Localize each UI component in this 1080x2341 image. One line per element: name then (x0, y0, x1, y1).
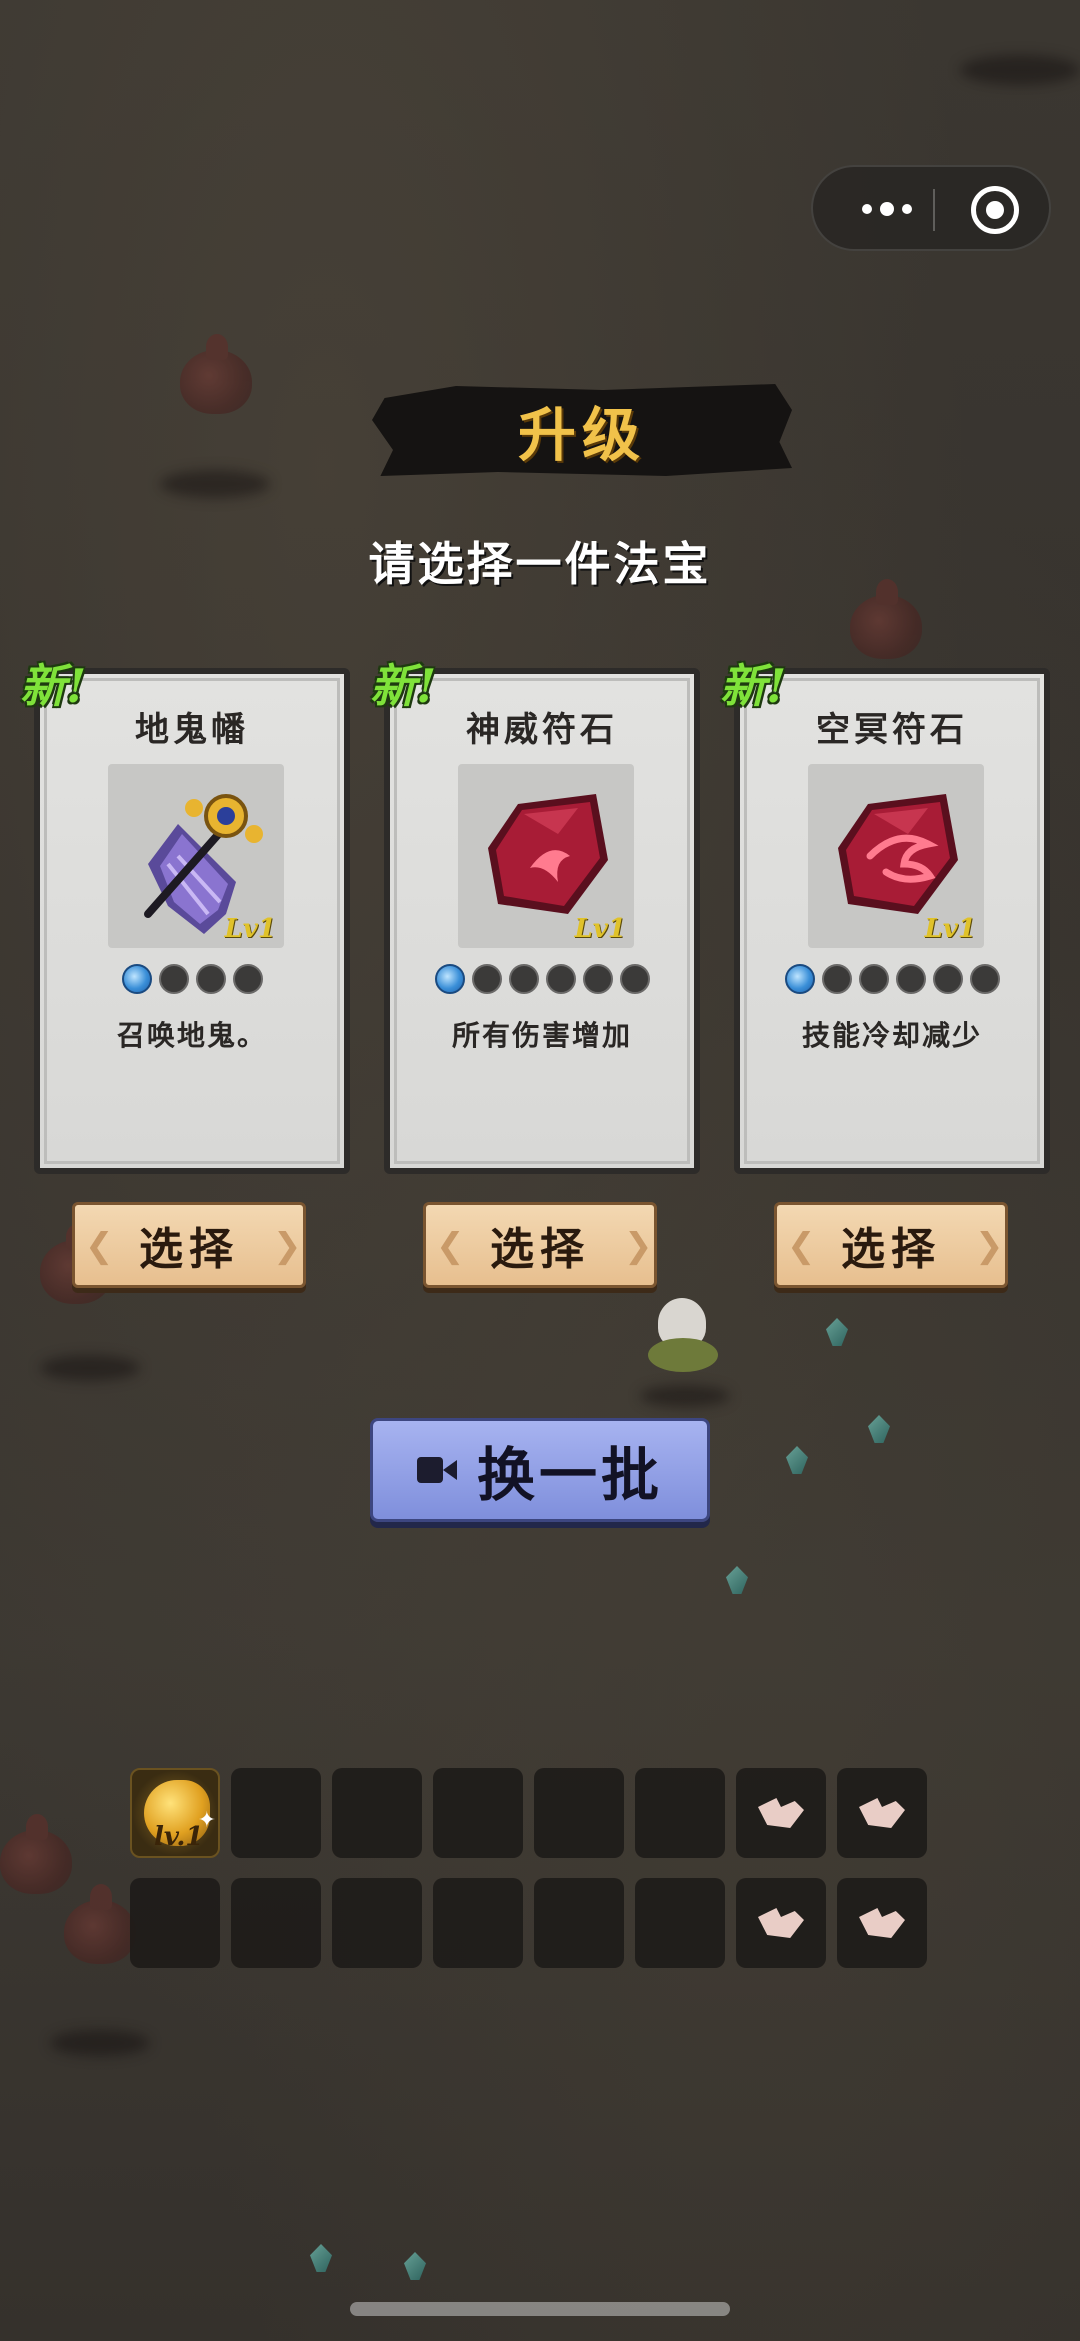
treasure-card[interactable]: 新! 地鬼幡 Lv1 召唤地鬼。 (20, 659, 350, 1174)
chevron-left-icon: ❮ (787, 1226, 822, 1266)
experience-gem (404, 2252, 426, 2280)
inventory-slot-empty[interactable] (231, 1768, 321, 1858)
chevron-right-icon: ❯ (624, 1226, 659, 1266)
inventory-slot-empty[interactable] (130, 1878, 220, 1968)
progress-dot-empty (232, 964, 263, 994)
progress-dot-empty (582, 964, 613, 994)
chevron-left-icon: ❮ (436, 1226, 471, 1266)
background-monster (180, 334, 252, 414)
experience-gem (310, 2244, 332, 2272)
inventory-slot-empty[interactable] (433, 1768, 523, 1858)
progress-dot-filled (434, 964, 465, 994)
select-button-2[interactable]: ❮ 选择 ❯ (423, 1202, 657, 1288)
chevron-right-icon: ❯ (975, 1226, 1010, 1266)
player-character (640, 1298, 730, 1378)
treasure-description: 技能冷却减少 (801, 1019, 982, 1052)
experience-gem (868, 1415, 890, 1443)
progress-dot-filled (121, 964, 152, 994)
select-label: 选择 (139, 1224, 239, 1275)
upgrade-progress (40, 964, 344, 994)
progress-dot-empty (508, 964, 539, 994)
treasure-image: Lv1 (808, 764, 984, 948)
treasure-image: Lv1 (108, 764, 284, 948)
progress-dot-empty (932, 964, 963, 994)
game-screen: 升级 请选择一件法宝 新! 地鬼幡 Lv1 召唤地鬼。 新! 神威符石 Lv1 … (0, 0, 1080, 2341)
refresh-label: 换一批 (476, 1441, 663, 1509)
refresh-button[interactable]: 换一批 (370, 1418, 710, 1522)
experience-gem (726, 1566, 748, 1594)
treasure-inventory: lv.1 ✦ (130, 1768, 930, 1968)
ground-shadow (160, 470, 270, 498)
select-label: 选择 (841, 1224, 941, 1275)
level-label: Lv1 (924, 914, 976, 944)
inventory-slot-locked[interactable] (837, 1768, 927, 1858)
close-miniprogram-icon[interactable] (971, 186, 1019, 234)
ground-shadow (960, 55, 1080, 85)
home-indicator[interactable] (350, 2302, 730, 2316)
progress-dot-empty (158, 964, 189, 994)
more-options-icon[interactable] (849, 187, 925, 231)
capsule-divider (933, 189, 935, 231)
miniprogram-capsule (811, 165, 1051, 251)
background-monster (0, 1814, 72, 1894)
select-label: 选择 (490, 1224, 590, 1275)
inventory-slot-empty[interactable] (635, 1768, 725, 1858)
progress-dot-empty (821, 964, 852, 994)
progress-dot-empty (895, 964, 926, 994)
inventory-slot-empty[interactable] (534, 1768, 624, 1858)
inventory-slot-empty[interactable] (534, 1878, 624, 1968)
progress-dot-empty (545, 964, 576, 994)
inventory-slot-empty[interactable] (231, 1878, 321, 1968)
level-label: Lv1 (574, 914, 626, 944)
background-monster (64, 1884, 136, 1964)
treasure-name: 神威符石 (466, 710, 618, 750)
background-monster (850, 579, 922, 659)
progress-dot-filled (784, 964, 815, 994)
progress-dot-empty (619, 964, 650, 994)
treasure-name: 空冥符石 (816, 710, 968, 750)
inventory-slot-empty[interactable] (332, 1768, 422, 1858)
treasure-name: 地鬼幡 (135, 710, 249, 750)
inventory-slot-empty[interactable] (433, 1878, 523, 1968)
inventory-slot-locked[interactable] (736, 1878, 826, 1968)
treasure-description: 召唤地鬼。 (116, 1019, 267, 1052)
progress-dot-empty (969, 964, 1000, 994)
select-button-3[interactable]: ❮ 选择 ❯ (774, 1202, 1008, 1288)
treasure-description: 所有伤害增加 (451, 1019, 632, 1052)
treasure-card[interactable]: 新! 神威符石 Lv1 所有伤害增加 (370, 659, 700, 1174)
inventory-slot-locked[interactable] (736, 1768, 826, 1858)
page-title: 升级 (517, 401, 646, 469)
slot-level-label: lv.1 (154, 1822, 204, 1852)
sparkle-icon: ✦ (197, 1808, 216, 1833)
inventory-slot-empty[interactable] (635, 1878, 725, 1968)
experience-gem (826, 1318, 848, 1346)
page-subtitle: 请选择一件法宝 (368, 537, 712, 591)
ground-shadow (640, 1385, 730, 1407)
progress-dot-empty (858, 964, 889, 994)
upgrade-progress (740, 964, 1044, 994)
treasure-image: Lv1 (458, 764, 634, 948)
chevron-right-icon: ❯ (273, 1226, 308, 1266)
inventory-slot-locked[interactable] (837, 1878, 927, 1968)
video-ad-icon (416, 1455, 457, 1485)
inventory-slot-empty[interactable] (332, 1878, 422, 1968)
progress-dot-empty (471, 964, 502, 994)
ground-shadow (40, 1355, 140, 1381)
upgrade-progress (390, 964, 694, 994)
inventory-slot-equipped[interactable]: lv.1 ✦ (130, 1768, 220, 1858)
level-label: Lv1 (224, 914, 276, 944)
ground-shadow (50, 2030, 150, 2056)
experience-gem (786, 1446, 808, 1474)
treasure-card[interactable]: 新! 空冥符石 Lv1 技能冷却减少 (720, 659, 1050, 1174)
chevron-left-icon: ❮ (85, 1226, 120, 1266)
select-button-1[interactable]: ❮ 选择 ❯ (72, 1202, 306, 1288)
progress-dot-empty (195, 964, 226, 994)
